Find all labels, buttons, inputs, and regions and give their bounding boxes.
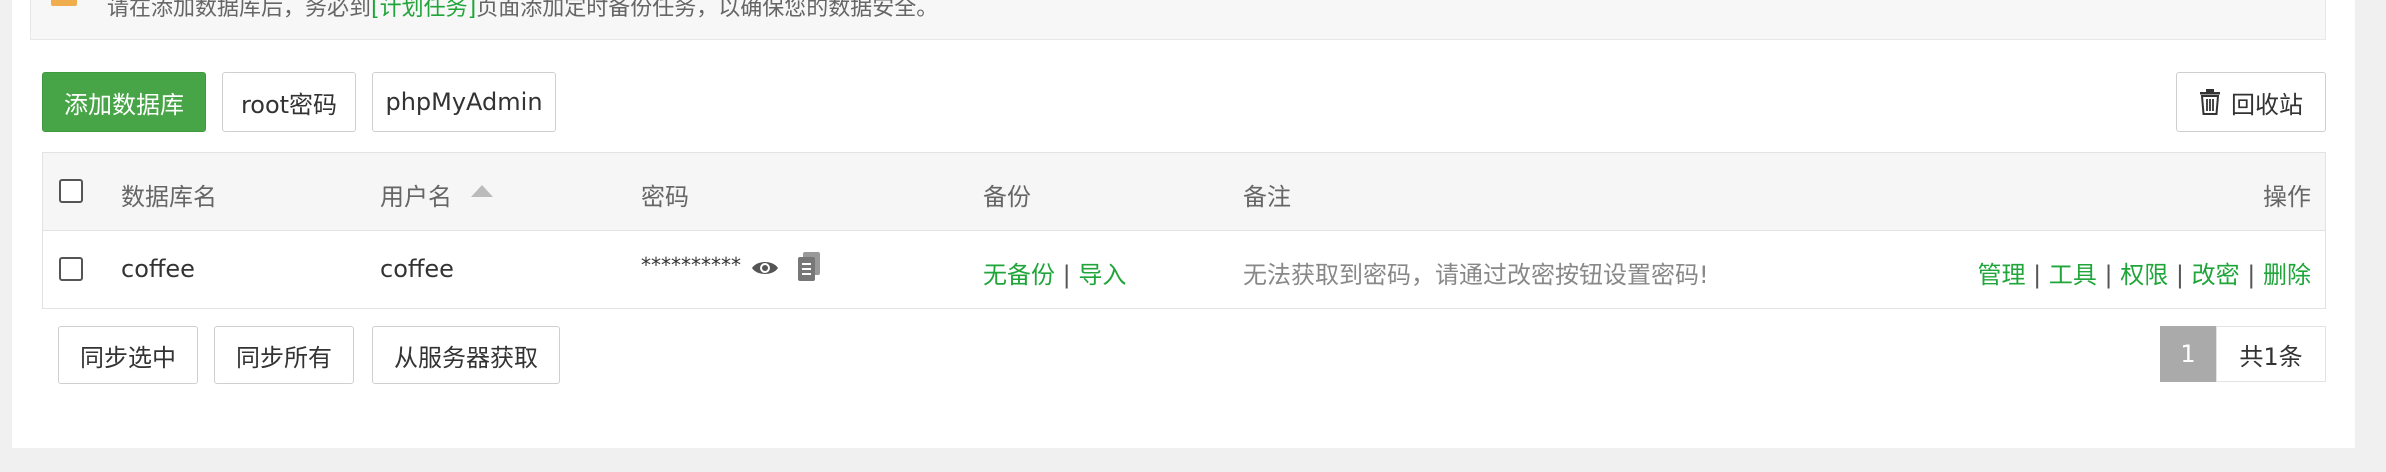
fetch-from-server-button[interactable]: 从服务器获取 — [372, 326, 560, 384]
separator: | — [2033, 261, 2042, 289]
tools-link[interactable]: 工具 — [2049, 261, 2097, 289]
eye-icon[interactable] — [751, 257, 779, 279]
notice-banner: 请在添加数据库后，务必到[计划任务]页面添加定时备份任务，以确保您的数据安全。 — [30, 0, 2326, 40]
add-database-button[interactable]: 添加数据库 — [42, 72, 206, 132]
row-remark[interactable]: 无法获取到密码，请通过改密按钮设置密码! — [1243, 255, 1709, 290]
sync-selected-button[interactable]: 同步选中 — [58, 326, 198, 384]
notice-link[interactable]: [计划任务] — [371, 0, 476, 21]
header-remark: 备注 — [1243, 183, 1291, 211]
header-actions: 操作 — [2263, 183, 2311, 211]
phpmyadmin-button[interactable]: phpMyAdmin — [372, 72, 556, 132]
header-username[interactable]: 用户名 — [380, 177, 452, 212]
pagination-total: 共1条 — [2216, 326, 2326, 382]
sort-up-icon[interactable] — [471, 185, 493, 197]
row-checkbox[interactable] — [59, 257, 83, 281]
row-db-name: coffee — [121, 255, 195, 283]
copy-icon[interactable] — [797, 252, 821, 282]
sync-all-button[interactable]: 同步所有 — [214, 326, 354, 384]
trash-icon — [2200, 89, 2220, 115]
notice-text-post: 页面添加定时备份任务，以确保您的数据安全。 — [476, 0, 939, 21]
row-actions: 管理 | 工具 | 权限 | 改密 | 删除 — [1978, 255, 2312, 290]
separator: | — [2104, 261, 2113, 289]
manage-link[interactable]: 管理 — [1978, 261, 2026, 289]
header-backup: 备份 — [983, 183, 1031, 211]
root-password-button[interactable]: root密码 — [222, 72, 356, 132]
warning-icon — [51, 0, 77, 6]
import-link[interactable]: 导入 — [1078, 261, 1126, 289]
permission-link[interactable]: 权限 — [2120, 261, 2168, 289]
recycle-bin-label: 回收站 — [2231, 90, 2303, 119]
notice-text: 请在添加数据库后，务必到[计划任务]页面添加定时备份任务，以确保您的数据安全。 — [107, 0, 938, 22]
separator: | — [1062, 261, 1071, 289]
recycle-bin-button[interactable]: 回收站 — [2176, 72, 2326, 132]
separator: | — [2175, 261, 2184, 289]
table-header: 数据库名 用户名 密码 备份 备注 操作 — [43, 153, 2325, 231]
row-password-masked: ********** — [641, 253, 741, 277]
row-username: coffee — [380, 255, 454, 283]
pagination-current-page[interactable]: 1 — [2160, 326, 2216, 382]
separator: | — [2247, 261, 2256, 289]
no-backup-link[interactable]: 无备份 — [983, 261, 1055, 289]
row-backup: 无备份 | 导入 — [983, 255, 1126, 290]
delete-link[interactable]: 删除 — [2263, 261, 2311, 289]
change-password-link[interactable]: 改密 — [2192, 261, 2240, 289]
header-db-name[interactable]: 数据库名 — [121, 177, 217, 212]
database-table: 数据库名 用户名 密码 备份 备注 操作 coffee coffee *****… — [42, 152, 2326, 309]
select-all-checkbox[interactable] — [59, 179, 83, 203]
table-row: coffee coffee ********** 无备份 | 导入 无法获取到密… — [43, 231, 2325, 309]
notice-text-pre: 请在添加数据库后，务必到 — [107, 0, 372, 21]
header-password: 密码 — [641, 183, 689, 211]
